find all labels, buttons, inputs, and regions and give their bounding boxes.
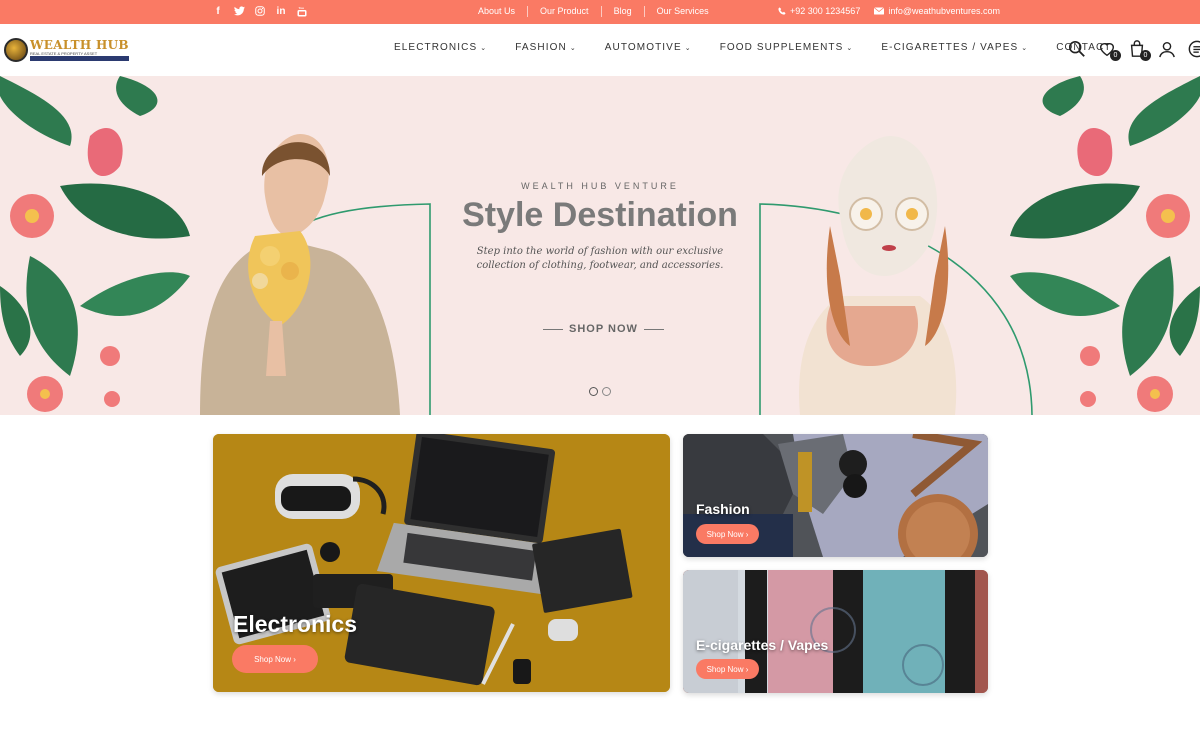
ecigarettes-shop-now-button[interactable]: Shop Now › [696, 659, 759, 679]
chevron-down-icon: ⌄ [1021, 44, 1029, 52]
chevron-down-icon: ⌄ [684, 44, 692, 52]
hero-desc-line-2: collection of clothing, footwear, and ac… [476, 260, 724, 271]
main-header: WEALTH HUB REAL ESTATE & PROPERTY ASSET … [0, 24, 1200, 76]
menu-icon[interactable] [1188, 40, 1200, 58]
mail-icon [874, 7, 885, 15]
header-icons: 0 0 [1068, 40, 1200, 61]
facebook-icon[interactable]: f [212, 5, 224, 17]
ecigarettes-title: E-cigarettes / Vapes [696, 637, 829, 653]
svg-text:You: You [299, 6, 305, 10]
hero-desc-line-1: Step into the world of fashion with our … [476, 246, 724, 257]
linkedin-icon[interactable]: in [275, 5, 287, 17]
chevron-down-icon: ⌄ [480, 44, 488, 52]
nav-label: AUTOMOTIVE [604, 42, 682, 53]
social-links: f in You [212, 5, 308, 17]
cart-button[interactable]: 0 [1128, 40, 1151, 61]
email[interactable]: info@weathubventures.com [874, 6, 1000, 16]
main-nav: ELECTRONICS ⌄ FASHION ⌄ AUTOMOTIVE ⌄ FOOD S… [394, 42, 1140, 53]
nav-electronics[interactable]: ELECTRONICS ⌄ [394, 42, 487, 53]
phone-number: +92 300 1234567 [790, 6, 861, 16]
slider-dot-1[interactable] [589, 387, 598, 396]
wishlist-count-badge: 0 [1110, 50, 1121, 61]
top-links: About Us Our Product Blog Our Services [466, 6, 721, 17]
nav-fashion[interactable]: FASHION ⌄ [515, 42, 577, 53]
nav-label: E-CIGARETTES / VAPES [881, 42, 1019, 53]
our-product-link[interactable]: Our Product [528, 6, 602, 17]
hero-title: Style Destination [462, 196, 738, 234]
email-address: info@weathubventures.com [888, 6, 1001, 16]
top-bar: f in You About Us Our Product Blog Our S… [0, 0, 1200, 24]
electronics-title: Electronics [233, 611, 357, 637]
hero-kicker: WEALTH HUB VENTURE [521, 181, 679, 191]
phone[interactable]: +92 300 1234567 [778, 6, 860, 16]
nav-e-cigarettes[interactable]: E-CIGARETTES / VAPES ⌄ [881, 42, 1028, 53]
instagram-icon[interactable] [254, 5, 266, 17]
nav-label: FOOD SUPPLEMENTS [719, 42, 844, 53]
electronics-shop-now-button[interactable]: Shop Now › [232, 645, 318, 673]
logo-emblem [4, 38, 28, 62]
slider-pagination [589, 387, 611, 396]
divider [643, 328, 664, 330]
user-icon[interactable] [1158, 40, 1176, 58]
blog-link[interactable]: Blog [602, 6, 645, 17]
nav-label: FASHION [515, 42, 567, 53]
slider-dot-2[interactable] [602, 387, 611, 396]
logo-tagline-bar [30, 56, 129, 61]
youtube-icon[interactable]: You [296, 5, 308, 17]
hero-model-woman [799, 136, 957, 415]
nav-automotive[interactable]: AUTOMOTIVE ⌄ [605, 42, 692, 53]
phone-icon [778, 7, 786, 15]
chevron-down-icon: ⌄ [846, 44, 854, 52]
hero-slider: WEALTH HUB VENTURE Style Destination Ste… [0, 76, 1200, 415]
fashion-shop-now-button[interactable]: Shop Now › [696, 524, 759, 544]
contact-info: +92 300 1234567 info@weathubventures.com [778, 6, 1000, 16]
chevron-down-icon: ⌄ [569, 44, 577, 52]
hero-description: Step into the world of fashion with our … [0, 245, 1200, 273]
hero-model-man [200, 134, 400, 415]
fashion-title: Fashion [696, 501, 750, 517]
about-us-link[interactable]: About Us [466, 6, 529, 17]
promo-card-fashion[interactable]: Fashion Shop Now › [683, 434, 988, 557]
hero-shop-now-button[interactable]: SHOP NOW [543, 323, 664, 335]
nav-label: ELECTRONICS [394, 42, 478, 53]
our-services-link[interactable]: Our Services [645, 6, 721, 17]
promo-card-ecigarettes[interactable]: E-cigarettes / Vapes Shop Now › [683, 570, 988, 693]
site-logo[interactable]: WEALTH HUB REAL ESTATE & PROPERTY ASSET [4, 38, 129, 62]
divider [543, 328, 563, 330]
wishlist-button[interactable]: 0 [1098, 40, 1121, 61]
promo-card-electronics[interactable]: Electronics Shop Now › [213, 434, 670, 692]
logo-text: WEALTH HUB [30, 38, 129, 52]
cart-count-badge: 0 [1140, 50, 1151, 61]
twitter-icon[interactable] [233, 5, 245, 17]
nav-food-supplements[interactable]: FOOD SUPPLEMENTS ⌄ [720, 42, 854, 53]
hero-shop-now-label: SHOP NOW [569, 323, 638, 335]
search-icon[interactable] [1068, 40, 1086, 58]
